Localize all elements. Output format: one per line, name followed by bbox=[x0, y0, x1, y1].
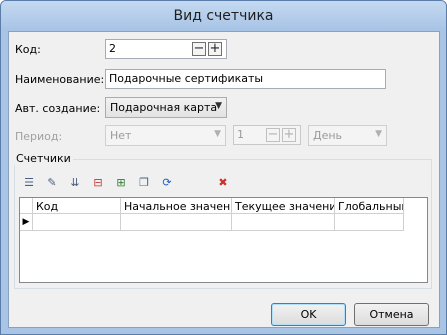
ok-button[interactable]: OK bbox=[271, 303, 346, 326]
auto-create-value: Подарочная карта bbox=[110, 101, 218, 114]
refresh-icon[interactable]: ⟳ bbox=[158, 175, 176, 191]
column-header-code[interactable]: Код bbox=[33, 198, 121, 214]
period-unit-select[interactable]: День ▼ bbox=[308, 125, 387, 146]
table-cell[interactable] bbox=[33, 214, 121, 231]
chevron-down-icon: ▼ bbox=[215, 101, 222, 111]
column-header-initial[interactable]: Начальное значение bbox=[121, 198, 232, 214]
period-type-value: Нет bbox=[110, 129, 132, 142]
column-header-global[interactable]: Глобальный bbox=[335, 198, 404, 214]
table-cell[interactable] bbox=[121, 214, 232, 231]
copy-row-icon[interactable]: ❐ bbox=[135, 175, 153, 191]
chevron-down-icon: ▼ bbox=[214, 129, 221, 139]
code-label: Код: bbox=[15, 43, 41, 56]
counters-table[interactable]: Код Начальное значение Текущее значение … bbox=[19, 197, 428, 283]
name-field[interactable]: Подарочные сертификаты bbox=[105, 69, 386, 89]
code-increment-button[interactable]: + bbox=[208, 42, 222, 56]
delete-row-icon[interactable]: ⊟ bbox=[89, 175, 107, 191]
code-decrement-button[interactable]: − bbox=[192, 42, 206, 56]
name-label: Наименование: bbox=[15, 73, 105, 86]
auto-create-label: Авт. создание: bbox=[15, 102, 101, 115]
row-indicator-header bbox=[20, 198, 33, 214]
auto-create-select[interactable]: Подарочная карта ▼ bbox=[105, 97, 227, 118]
period-decrement-button[interactable]: − bbox=[266, 128, 280, 142]
period-label: Период: bbox=[15, 130, 63, 143]
edit-row-icon[interactable]: ✎ bbox=[43, 175, 61, 191]
period-increment-button[interactable]: + bbox=[282, 128, 296, 142]
period-type-select[interactable]: Нет ▼ bbox=[105, 125, 226, 146]
chevron-down-icon: ▼ bbox=[375, 129, 382, 139]
add-row-icon[interactable]: ⊞ bbox=[112, 175, 130, 191]
cancel-button[interactable]: Отмена bbox=[354, 303, 429, 326]
move-down-icon[interactable]: ⇊ bbox=[66, 175, 84, 191]
title-bar: Вид счетчика bbox=[1, 1, 446, 31]
current-row-marker: ▶ bbox=[20, 214, 33, 231]
period-unit-value: День bbox=[313, 129, 343, 142]
delete-all-rows-icon[interactable]: ☰ bbox=[20, 175, 38, 191]
column-header-current[interactable]: Текущее значение bbox=[232, 198, 335, 214]
table-cell[interactable] bbox=[232, 214, 335, 231]
dialog-body: Код: 2 − + Наименование: Подарочные серт… bbox=[8, 31, 440, 328]
table-cell[interactable] bbox=[335, 214, 404, 231]
clear-icon[interactable]: ✖ bbox=[214, 175, 232, 191]
dialog-window: Вид счетчика Код: 2 − + Наименование: По… bbox=[0, 0, 447, 335]
counters-group-label: Счетчики bbox=[14, 152, 73, 165]
window-title: Вид счетчика bbox=[173, 8, 274, 24]
